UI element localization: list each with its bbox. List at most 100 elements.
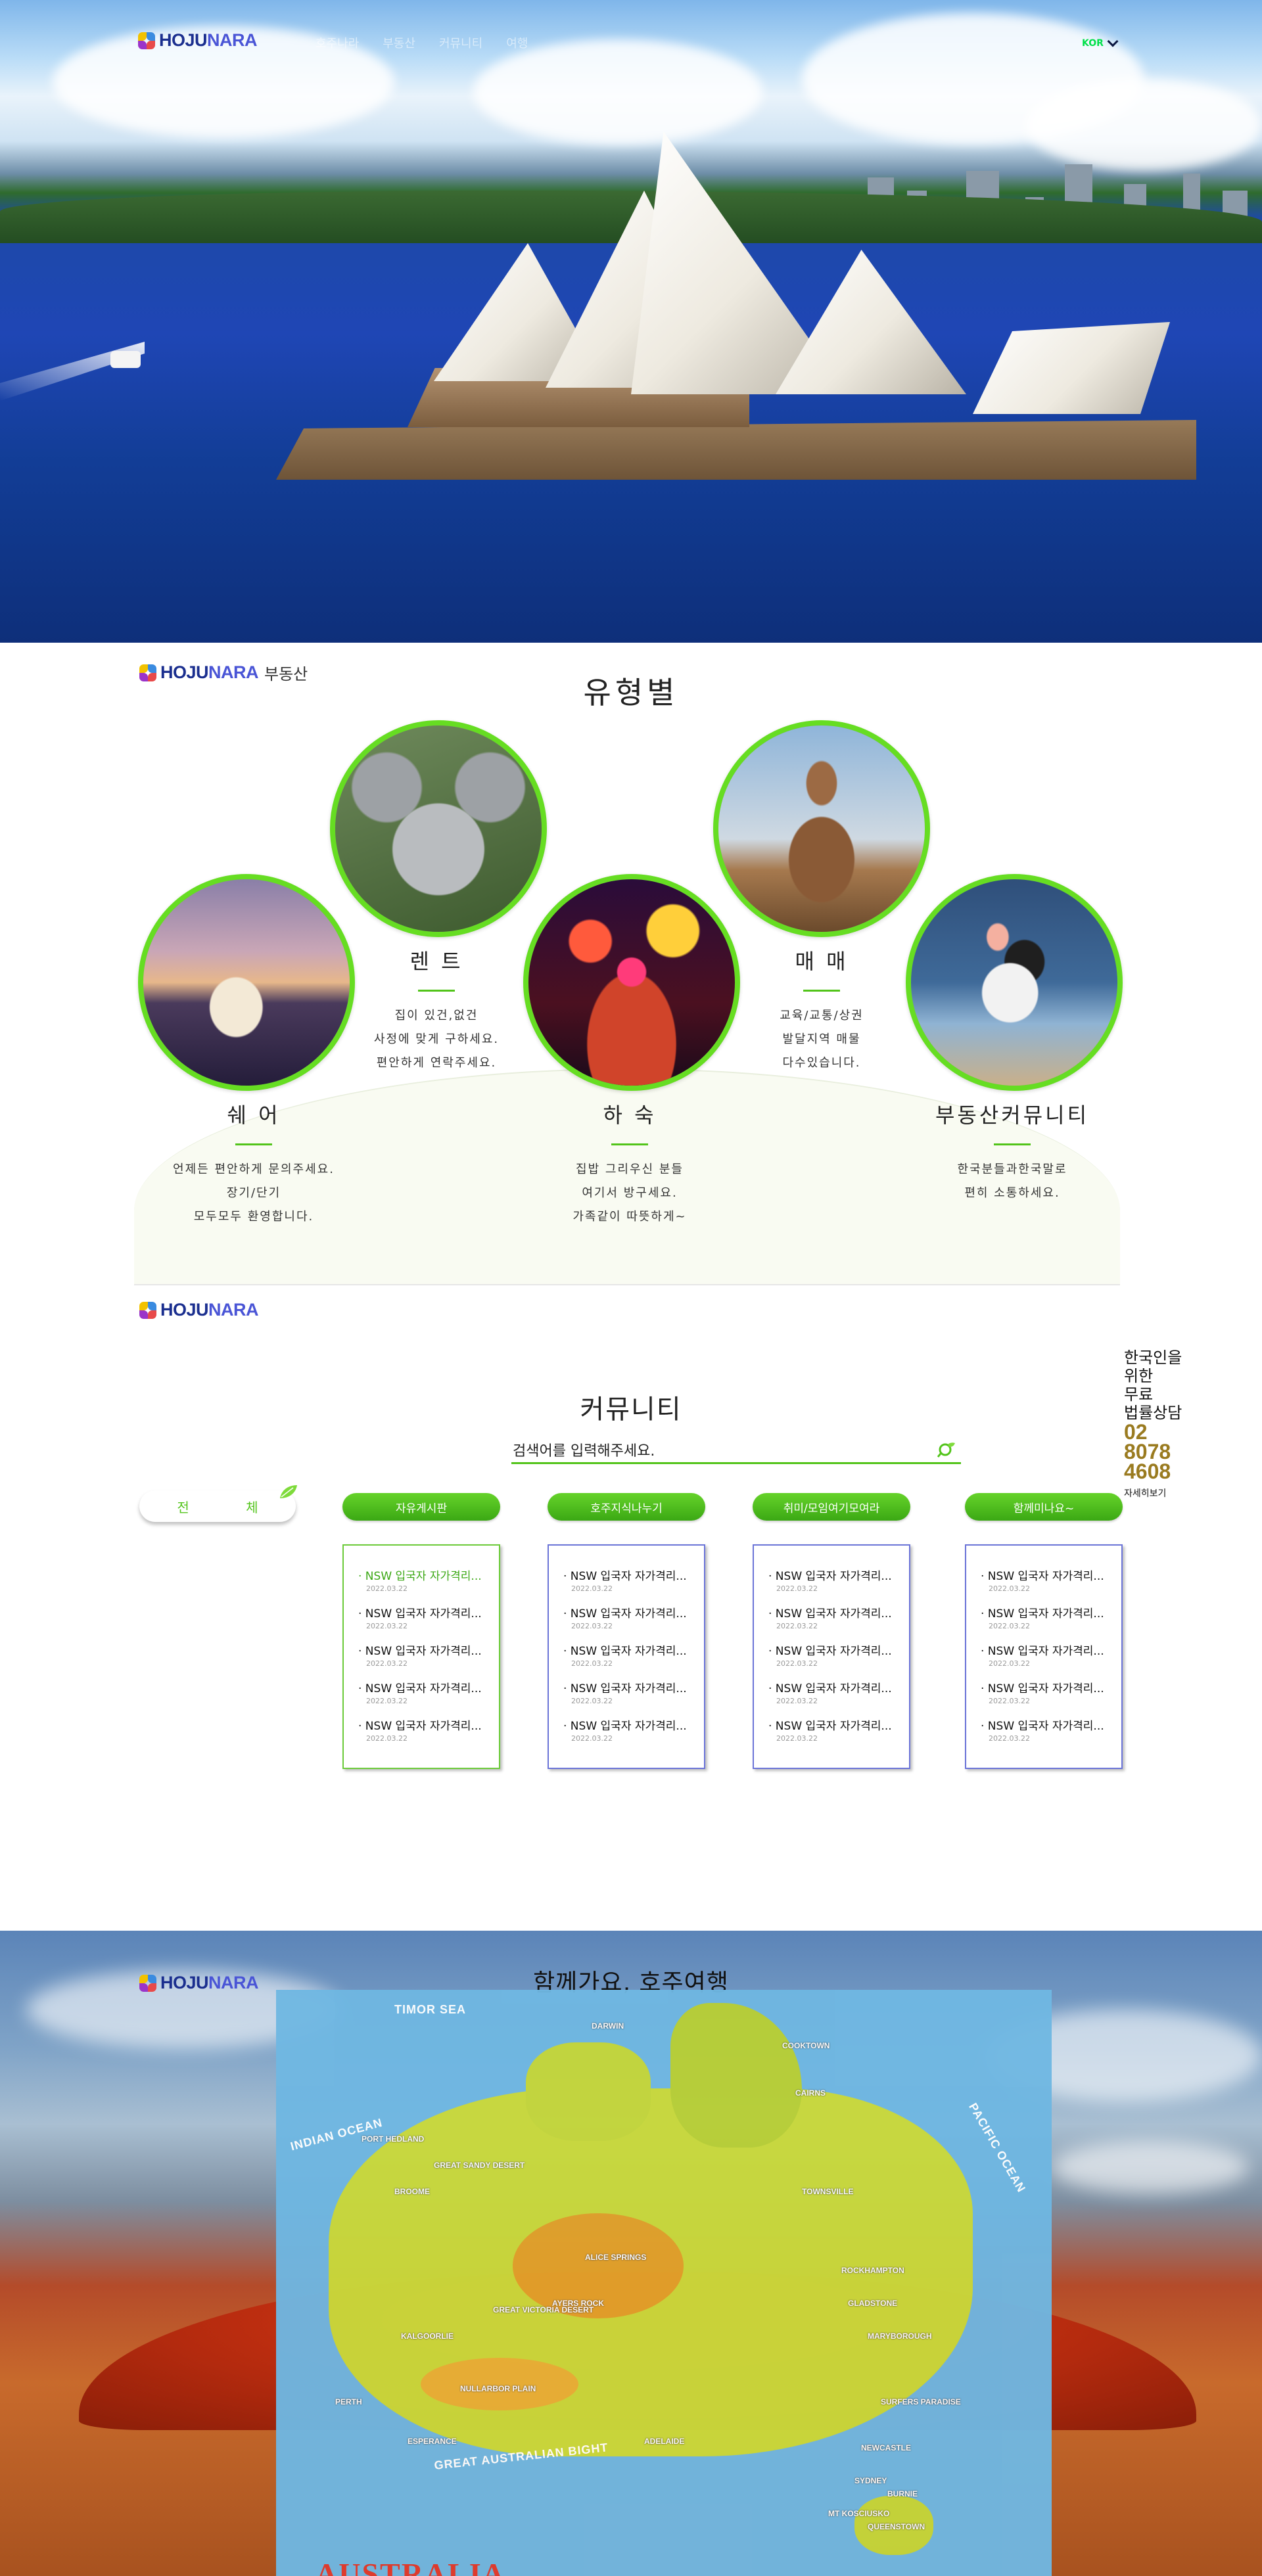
map-city-label: PERTH	[335, 2397, 362, 2406]
post-title: · NSW 입국자 자가격리...	[358, 1720, 482, 1733]
search-input[interactable]	[511, 1443, 906, 1460]
post-title: · NSW 입국자 자가격리...	[981, 1645, 1104, 1658]
rent-image[interactable]	[330, 720, 547, 937]
map-city-label: SURFERS PARADISE	[881, 2397, 961, 2406]
map-label: PACIFIC OCEAN	[966, 2100, 1029, 2195]
map-city-label: ESPERANCE	[408, 2437, 457, 2446]
post-item[interactable]: · NSW 입국자 자가격리... 2022.03.22	[768, 1642, 909, 1679]
all-filter-button[interactable]: 전 체	[139, 1485, 297, 1522]
language-label: KOR	[1082, 38, 1104, 49]
travel-cloud	[1052, 2141, 1249, 2194]
map-city-label: CAIRNS	[795, 2088, 826, 2098]
map-label: TIMOR SEA	[394, 2003, 467, 2016]
post-title: · NSW 입국자 자가격리...	[981, 1720, 1104, 1733]
post-item[interactable]: · NSW 입국자 자가격리... 2022.03.22	[563, 1567, 704, 1604]
board-australia-knowledge: · NSW 입국자 자가격리... 2022.03.22 · NSW 입국자 자가격…	[548, 1544, 705, 1769]
post-title: · NSW 입국자 자가격리...	[768, 1720, 892, 1733]
post-item[interactable]: · NSW 입국자 자가격리... 2022.03.22	[768, 1567, 909, 1604]
post-date: 2022.03.22	[776, 1697, 818, 1705]
logo-mark-icon	[139, 1301, 156, 1319]
map-city-label: NEWCASTLE	[861, 2443, 911, 2452]
share-image[interactable]	[138, 874, 355, 1091]
boarding-image[interactable]	[523, 874, 740, 1091]
post-date: 2022.03.22	[366, 1734, 408, 1743]
map-city-label: ROCKHAMPTON	[841, 2266, 904, 2275]
site-logo[interactable]: HOJUNARA	[138, 30, 258, 51]
post-item[interactable]: · NSW 입국자 자가격리... 2022.03.22	[358, 1567, 499, 1604]
nav-item-home[interactable]: 호주나라	[316, 34, 359, 51]
post-title: · NSW 입국자 자가격리...	[768, 1607, 892, 1621]
post-item[interactable]: · NSW 입국자 자가격리... 2022.03.22	[981, 1604, 1121, 1642]
post-title: · NSW 입국자 자가격리...	[768, 1570, 892, 1583]
post-date: 2022.03.22	[366, 1584, 408, 1593]
australia-map[interactable]: TIMOR SEA INDIAN OCEAN PACIFIC OCEAN GRE…	[276, 1990, 1052, 2576]
property-types-section: HOJUNARA 부동산 유형별 렌 트 집이 있건,없건 사정에 맞게 구하세요…	[0, 643, 1262, 1300]
nav-item-community[interactable]: 커뮤니티	[439, 34, 482, 51]
sale-description: 교육/교통/상권 발달지역 매물 다수있습니다.	[780, 1009, 864, 1070]
board-hobby-meetup: · NSW 입국자 자가격리... 2022.03.22 · NSW 입국자 자가격…	[753, 1544, 910, 1769]
post-title: · NSW 입국자 자가격리...	[563, 1645, 687, 1658]
opera-house-sail	[776, 250, 966, 394]
post-item[interactable]: · NSW 입국자 자가격리... 2022.03.22	[768, 1604, 909, 1642]
post-item[interactable]: · NSW 입국자 자가격리... 2022.03.22	[981, 1642, 1121, 1679]
map-city-label: ALICE SPRINGS	[585, 2253, 647, 2262]
map-city-label: TOWNSVILLE	[802, 2187, 854, 2196]
post-date: 2022.03.22	[776, 1734, 818, 1743]
map-city-label: PORT HEDLAND	[362, 2134, 425, 2144]
tab-meet-together[interactable]: 함께미나요~	[965, 1493, 1123, 1521]
search-icon[interactable]	[937, 1440, 956, 1459]
board-meet-together: · NSW 입국자 자가격리... 2022.03.22 · NSW 입국자 자가격…	[965, 1544, 1123, 1769]
post-item[interactable]: · NSW 입국자 자가격리... 2022.03.22	[768, 1716, 909, 1754]
more-link[interactable]: 자세히보기	[1124, 1486, 1203, 1500]
section-logo[interactable]: HOJUNARA	[139, 1300, 259, 1320]
post-date: 2022.03.22	[366, 1659, 408, 1668]
logo-mark-icon	[138, 32, 155, 49]
main-menu: 호주나라 부동산 커뮤니티 여행	[316, 34, 528, 51]
nav-item-travel[interactable]: 여행	[506, 34, 528, 51]
post-item[interactable]: · NSW 입국자 자가격리... 2022.03.22	[358, 1642, 499, 1679]
realestate-community-image[interactable]	[906, 874, 1123, 1091]
post-title: · NSW 입국자 자가격리...	[563, 1720, 687, 1733]
post-title: · NSW 입국자 자가격리...	[563, 1570, 687, 1583]
map-city-label: GLADSTONE	[848, 2299, 898, 2308]
rent-underline	[418, 990, 455, 992]
post-item[interactable]: · NSW 입국자 자가격리... 2022.03.22	[563, 1716, 704, 1754]
post-date: 2022.03.22	[776, 1584, 818, 1593]
post-item[interactable]: · NSW 입국자 자가격리... 2022.03.22	[981, 1567, 1121, 1604]
post-title: · NSW 입국자 자가격리...	[981, 1682, 1104, 1695]
community-title: 커뮤니티	[580, 1394, 682, 1425]
language-selector[interactable]: KOR	[1082, 35, 1119, 49]
post-title: · NSW 입국자 자가격리...	[981, 1607, 1104, 1621]
post-date: 2022.03.22	[366, 1622, 408, 1630]
tab-hobby-meetup[interactable]: 취미/모임여기모여라	[753, 1493, 910, 1521]
share-description: 언제든 편안하게 문의주세요. 장기/단기 모두모두 환영합니다.	[173, 1162, 335, 1224]
post-date: 2022.03.22	[776, 1659, 818, 1668]
map-city-label: QUEENSTOWN	[868, 2522, 925, 2531]
map-city-label: ADELAIDE	[644, 2437, 685, 2446]
post-item[interactable]: · NSW 입국자 자가격리... 2022.03.22	[563, 1679, 704, 1716]
post-item[interactable]: · NSW 입국자 자가격리... 2022.03.22	[358, 1679, 499, 1716]
post-title: · NSW 입국자 자가격리...	[981, 1570, 1104, 1583]
post-item[interactable]: · NSW 입국자 자가격리... 2022.03.22	[563, 1642, 704, 1679]
tab-free-board[interactable]: 자유게시판	[342, 1493, 500, 1521]
sale-image[interactable]	[713, 720, 930, 937]
post-item[interactable]: · NSW 입국자 자가격리... 2022.03.22	[358, 1604, 499, 1642]
map-city-label: MT KOSCIUSKO	[828, 2509, 890, 2518]
post-date: 2022.03.22	[989, 1584, 1030, 1593]
post-item[interactable]: · NSW 입국자 자가격리... 2022.03.22	[981, 1679, 1121, 1716]
post-date: 2022.03.22	[571, 1622, 613, 1630]
legal-consult-banner[interactable]: 한국인을 위한 무료 법률상담 02 8078 4608 자세히보기	[1124, 1348, 1203, 1500]
australia-banner: AUSTRALIA	[316, 2557, 505, 2576]
nav-item-realestate[interactable]: 부동산	[383, 34, 415, 51]
post-item[interactable]: · NSW 입국자 자가격리... 2022.03.22	[768, 1679, 909, 1716]
logo-text: HOJUNARA	[159, 30, 258, 50]
tab-australia-knowledge[interactable]: 호주지식나누기	[548, 1493, 705, 1521]
post-title: · NSW 입국자 자가격리...	[768, 1645, 892, 1658]
rent-description: 집이 있건,없건 사정에 맞게 구하세요. 편안하게 연락주세요.	[373, 1009, 500, 1070]
post-item[interactable]: · NSW 입국자 자가격리... 2022.03.22	[358, 1716, 499, 1754]
travel-section: HOJUNARA 함께가요, 호주여행 TIMOR SEA INDIAN OCE…	[0, 1931, 1262, 2576]
post-item[interactable]: · NSW 입국자 자가격리... 2022.03.22	[563, 1604, 704, 1642]
section-title: 유형별	[583, 675, 679, 710]
post-item[interactable]: · NSW 입국자 자가격리... 2022.03.22	[981, 1716, 1121, 1754]
board-free: · NSW 입국자 자가격리... 2022.03.22 · NSW 입국자 자가격…	[342, 1544, 500, 1769]
